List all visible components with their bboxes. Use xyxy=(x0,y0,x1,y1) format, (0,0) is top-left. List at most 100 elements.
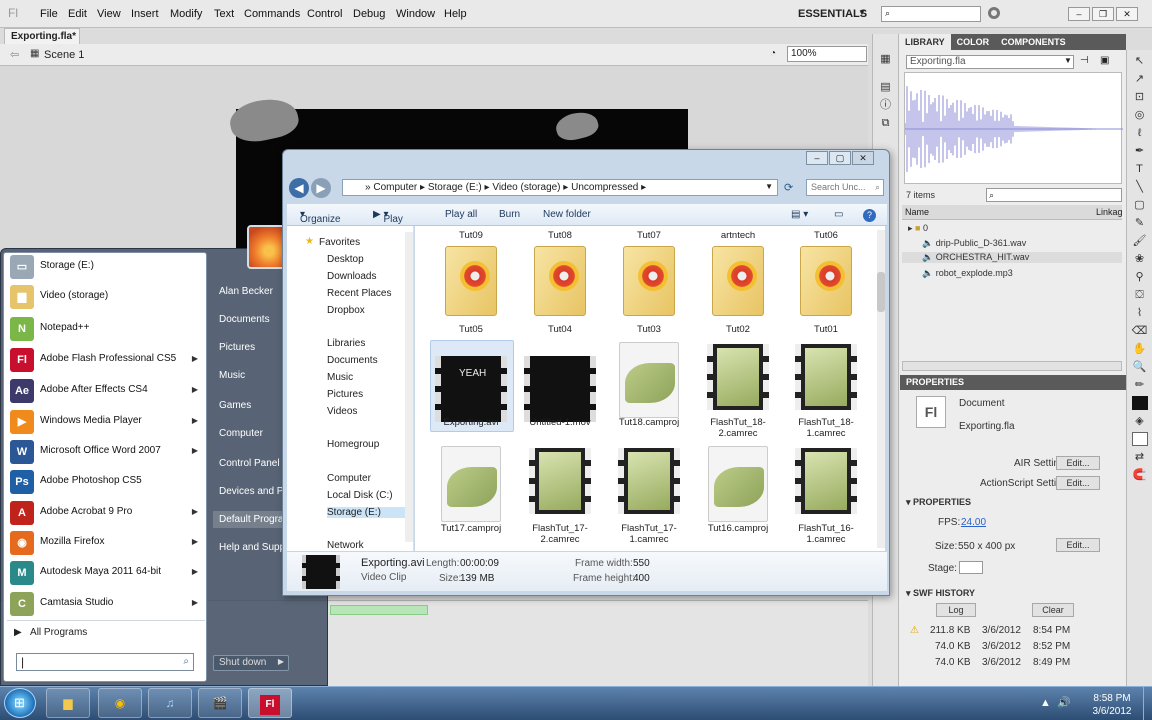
pin-icon[interactable]: ⊣ xyxy=(1080,55,1089,66)
nav-item[interactable]: Libraries xyxy=(327,338,365,349)
eraser-tool-icon[interactable]: ⌫ xyxy=(1132,324,1148,338)
file-label[interactable]: Exporting.avi xyxy=(426,417,516,428)
lasso-tool-icon[interactable]: ℓ xyxy=(1132,126,1148,140)
camrec-file-icon[interactable] xyxy=(707,344,769,410)
file-label[interactable]: FlashTut_18-2.camrec xyxy=(693,417,783,439)
file-label[interactable]: artntech xyxy=(693,230,783,241)
bone-tool-icon[interactable]: ⚲ xyxy=(1132,270,1148,284)
library-scrollbar[interactable] xyxy=(902,361,1122,371)
nav-item[interactable]: Computer xyxy=(327,473,371,484)
menu-file[interactable]: File xyxy=(40,8,58,20)
file-label[interactable]: Tut05 xyxy=(426,324,516,335)
hand-tool-icon[interactable]: ✋ xyxy=(1132,342,1148,356)
file-label[interactable]: FlashTut_17-2.camrec xyxy=(515,523,605,545)
view-icon[interactable]: ▤ ▾ xyxy=(791,209,808,220)
arrow-right-icon[interactable]: ▶ xyxy=(192,537,198,546)
log-button[interactable]: Log xyxy=(936,603,976,617)
folder-icon[interactable] xyxy=(712,246,764,316)
close-button[interactable]: ✕ xyxy=(852,151,874,165)
chevron-down-icon[interactable]: ▼ xyxy=(858,8,866,17)
arrow-right-icon[interactable]: ▶ xyxy=(192,416,198,425)
new-library-icon[interactable]: ▣ xyxy=(1100,55,1109,66)
file-label[interactable]: FlashTut_17-1.camrec xyxy=(604,523,694,545)
grid-icon[interactable]: ▦ xyxy=(878,52,894,66)
nav-item[interactable]: Storage (E:) xyxy=(327,507,405,518)
nav-item[interactable]: Documents xyxy=(327,355,378,366)
as-edit-button[interactable]: Edit... xyxy=(1056,476,1100,490)
menu-edit[interactable]: Edit xyxy=(68,8,87,20)
expand-arrow-icon[interactable]: ▸ xyxy=(908,223,915,233)
edit-symbols-icon[interactable]: ◔ xyxy=(770,48,776,59)
file-label[interactable]: Tut04 xyxy=(515,324,605,335)
library-document-select[interactable]: Exporting.fla xyxy=(906,55,1074,69)
help-icon[interactable]: ? xyxy=(863,209,876,222)
start-program-item[interactable]: A Adobe Acrobat 9 Pro ▶ xyxy=(10,499,204,527)
file-label[interactable]: Tut06 xyxy=(781,230,871,241)
nav-item[interactable]: Recent Places xyxy=(327,288,391,299)
volume-icon[interactable]: 🔊 xyxy=(1057,697,1071,709)
start-program-item[interactable]: M Autodesk Maya 2011 64-bit ▶ xyxy=(10,559,204,587)
nav-item[interactable]: Local Disk (C:) xyxy=(327,490,393,501)
back-arrow-icon[interactable]: ⇦ xyxy=(10,48,19,61)
shutdown-button[interactable]: Shut down ▶ xyxy=(213,655,289,671)
file-label[interactable]: Tut17.camproj xyxy=(426,523,516,534)
subselection-tool-icon[interactable]: ↗ xyxy=(1132,72,1148,86)
arrow-right-icon[interactable]: ▶ xyxy=(192,385,198,394)
file-label[interactable]: Tut18.camproj xyxy=(604,417,694,428)
info-icon[interactable]: ⓘ xyxy=(878,98,894,112)
camrec-file-icon[interactable] xyxy=(795,448,857,514)
swap-colors-icon[interactable]: ⇄ xyxy=(1132,450,1148,464)
arrow-right-icon[interactable]: ▶ xyxy=(278,657,284,666)
nav-item[interactable]: Downloads xyxy=(327,271,376,282)
air-edit-button[interactable]: Edit... xyxy=(1056,456,1100,470)
arrow-right-icon[interactable]: ▶ xyxy=(192,446,198,455)
start-program-item[interactable]: Ae Adobe After Effects CS4 ▶ xyxy=(10,377,204,405)
taskbar-chrome[interactable]: ◉ xyxy=(98,688,142,718)
taskbar-flash[interactable]: Fl xyxy=(248,688,292,718)
arrow-right-icon[interactable]: ▶ xyxy=(192,598,198,607)
start-right-item[interactable]: Pictures xyxy=(219,342,255,353)
preview-pane-icon[interactable]: ▭ xyxy=(834,209,843,220)
start-program-item[interactable]: N Notepad++ xyxy=(10,315,204,343)
file-label[interactable]: Tut16.camproj xyxy=(693,523,783,534)
size-edit-button[interactable]: Edit... xyxy=(1056,538,1100,552)
free-transform-icon[interactable]: ⊡ xyxy=(1132,90,1148,104)
taskbar-explorer[interactable]: ▆ xyxy=(46,688,90,718)
stroke-color-icon[interactable]: ✏ xyxy=(1132,378,1148,392)
menu-debug[interactable]: Debug xyxy=(353,8,385,20)
new-folder-button[interactable]: New folder xyxy=(543,209,591,220)
play-button[interactable]: ▶ Play ▾ xyxy=(373,209,403,225)
paint-bucket-icon[interactable]: ⛋ xyxy=(1132,288,1148,302)
clear-button[interactable]: Clear xyxy=(1032,603,1074,617)
start-program-item[interactable]: Fl Adobe Flash Professional CS5 ▶ xyxy=(10,346,204,374)
zoom-tool-icon[interactable]: 🔍 xyxy=(1132,360,1148,374)
folder-icon[interactable] xyxy=(534,246,586,316)
folder-icon[interactable] xyxy=(445,246,497,316)
maximize-button[interactable]: ▢ xyxy=(829,151,851,165)
video-thumbnail[interactable]: YEAH xyxy=(435,356,507,422)
taskbar-itunes[interactable]: ♫ xyxy=(148,688,192,718)
folder-icon[interactable] xyxy=(800,246,852,316)
camproj-file-icon[interactable] xyxy=(708,446,768,522)
menu-text[interactable]: Text xyxy=(214,8,234,20)
address-bar[interactable]: » Computer ▸ Storage (E:) ▸ Video (stora… xyxy=(342,179,778,196)
flash-help-search[interactable]: ⌕ xyxy=(881,6,981,22)
start-right-item[interactable]: Computer xyxy=(219,428,263,439)
start-program-item[interactable]: W Microsoft Office Word 2007 ▶ xyxy=(10,438,204,466)
stage-color-swatch[interactable] xyxy=(959,561,983,574)
zoom-select[interactable]: 100% xyxy=(787,46,867,62)
library-search-input[interactable]: ⌕ xyxy=(986,188,1122,202)
start-program-item[interactable]: ▶ Windows Media Player ▶ xyxy=(10,408,204,436)
col-name[interactable]: Name xyxy=(905,207,929,217)
explorer-search-input[interactable]: Search Unc... ⌕ xyxy=(806,179,884,196)
file-label[interactable]: Tut09 xyxy=(426,230,516,241)
organize-button[interactable]: Organize ▾ xyxy=(300,209,341,225)
start-right-item[interactable]: Games xyxy=(219,400,251,411)
library-item-sound[interactable]: 🔈 drip-Public_D-361.wav xyxy=(922,238,1026,249)
start-program-item[interactable]: ▆ Video (storage) xyxy=(10,283,204,311)
camrec-file-icon[interactable] xyxy=(795,344,857,410)
chevron-down-icon[interactable]: ▼ xyxy=(1064,56,1072,65)
text-tool-icon[interactable]: T xyxy=(1132,162,1148,176)
eyedropper-icon[interactable]: ⌇ xyxy=(1132,306,1148,320)
start-search-input[interactable]: | ⌕ xyxy=(16,653,194,671)
